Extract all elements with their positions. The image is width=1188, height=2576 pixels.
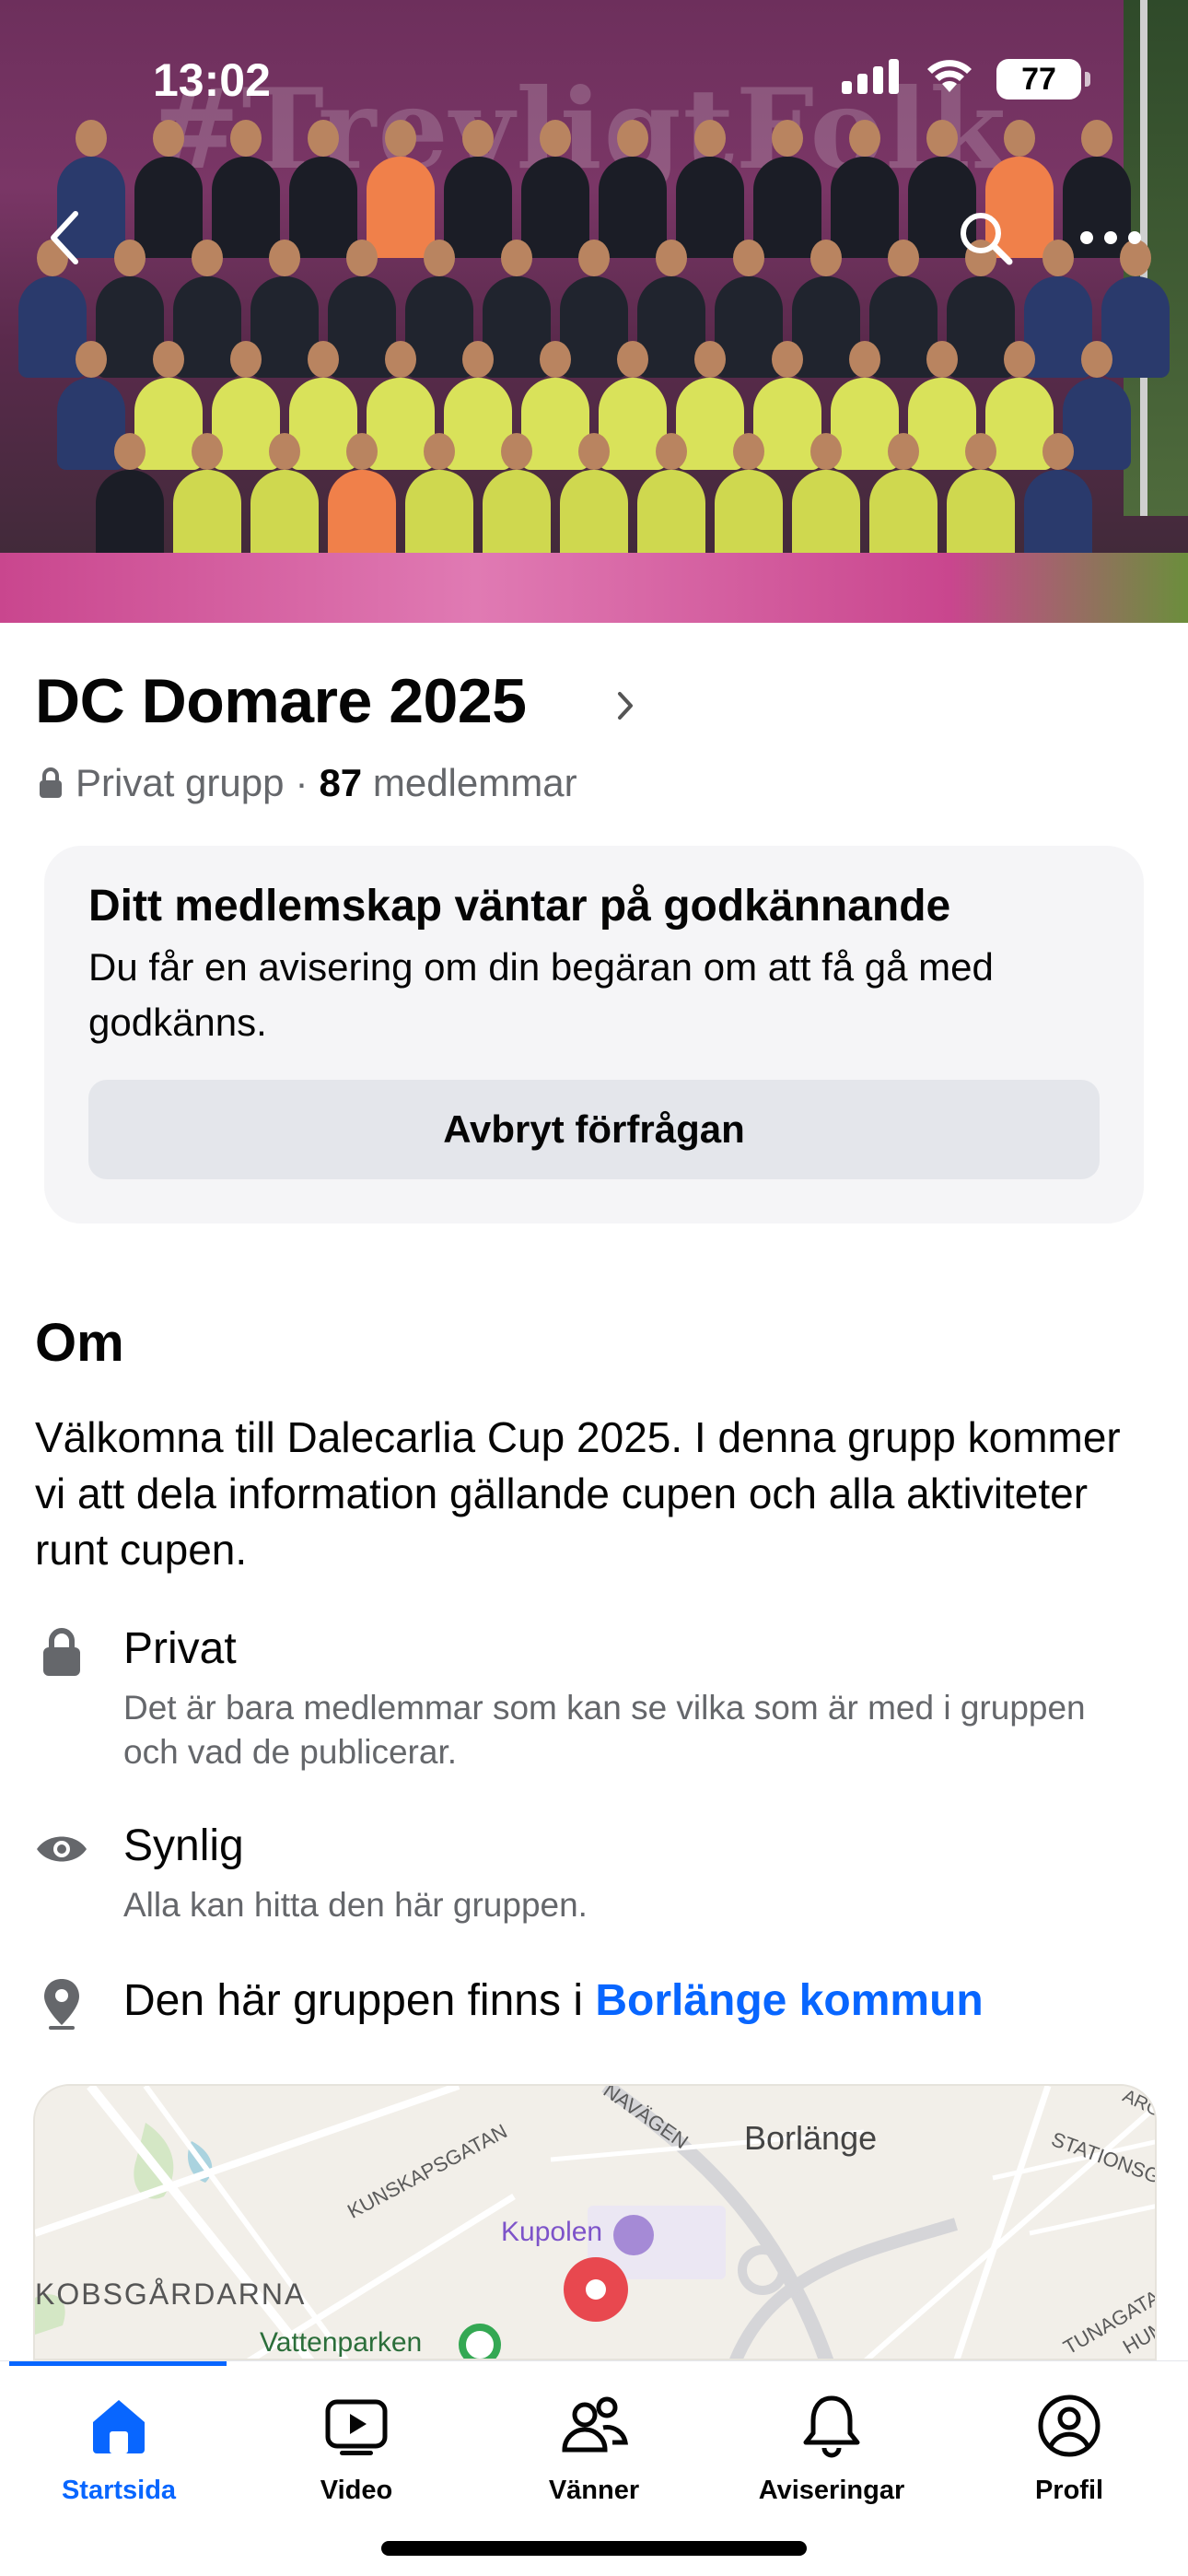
visible-text: Alla kan hitta den här gruppen.: [123, 1886, 588, 1924]
battery-tip: [1085, 72, 1090, 87]
member-count: 87: [319, 761, 363, 804]
map-poi-label: Vattenparken: [260, 2327, 423, 2358]
about-description: Välkomna till Dalecarlia Cup 2025. I den…: [35, 1413, 1121, 1574]
location-text: Den här gruppen finns i Borlänge kommun: [123, 1975, 984, 2026]
tab-friends[interactable]: Vänner: [475, 2389, 713, 2527]
member-label: medlemmar: [372, 761, 577, 804]
profile-icon: [1032, 2389, 1106, 2463]
private-text: Det är bara medlemmar som kan se vilka s…: [123, 1689, 1086, 1771]
location-map[interactable]: Borlänge NAVÄGEN KUNSKAPSGATAN STATIONSG…: [33, 2084, 1157, 2360]
back-button[interactable]: [28, 201, 101, 275]
tab-home[interactable]: Startsida: [0, 2389, 238, 2527]
search-icon: [961, 213, 1013, 265]
map-district-label: KOBSGÅRDARNA: [35, 2277, 307, 2311]
cellular-signal-icon: [842, 59, 899, 94]
location-link[interactable]: Borlänge kommun: [595, 1976, 983, 2025]
group-name[interactable]: DC Domare 2025: [35, 665, 527, 737]
wifi-icon: [923, 55, 976, 100]
active-tab-indicator: [9, 2361, 227, 2366]
membership-pending-card: Ditt medlemskap väntar på godkännande Du…: [44, 846, 1144, 1224]
location-pin-icon: [35, 1975, 88, 2032]
status-time: 13:02: [153, 54, 271, 106]
map-poi-icon: [613, 2215, 654, 2255]
bell-icon: [795, 2389, 868, 2463]
group-privacy: Privat grupp: [76, 761, 285, 804]
tab-label: Vänner: [548, 2476, 640, 2505]
battery-icon: 77: [996, 59, 1081, 100]
tab-label: Profil: [1034, 2476, 1104, 2505]
tab-notifications[interactable]: Aviseringar: [713, 2389, 950, 2527]
location-prefix: Den här gruppen finns i: [123, 1976, 596, 2025]
friends-icon: [557, 2389, 631, 2463]
visible-title: Synlig: [123, 1821, 244, 1870]
private-title: Privat: [123, 1624, 237, 1673]
tab-label: Video: [320, 2476, 393, 2505]
map-city-label: Borlänge: [744, 2119, 878, 2157]
map-poi-label: Kupolen: [501, 2217, 603, 2247]
cancel-request-button[interactable]: Avbryt förfrågan: [88, 1080, 1100, 1179]
cover-floor: [0, 553, 1188, 623]
about-heading: Om: [35, 1313, 124, 1373]
status-bar: 13:02 77: [0, 0, 1188, 138]
pending-title: Ditt medlemskap väntar på godkännande: [88, 882, 951, 931]
map-pin-icon: [564, 2257, 628, 2322]
chevron-left-icon: [51, 211, 78, 264]
park-icon: [459, 2324, 501, 2359]
eye-icon: [35, 1821, 88, 1878]
pending-text: Du får en avisering om din begäran om at…: [88, 945, 994, 1044]
tab-profile[interactable]: Profil: [950, 2389, 1188, 2527]
more-dots-icon: [1080, 231, 1141, 244]
video-icon: [320, 2389, 393, 2463]
home-icon: [82, 2389, 156, 2463]
lock-icon: [35, 1623, 88, 1680]
tab-label: Startsida: [61, 2476, 177, 2505]
tab-label: Aviseringar: [758, 2476, 905, 2505]
meta-separator: ·: [295, 761, 309, 804]
chevron-right-icon[interactable]: [615, 689, 635, 727]
more-options-button[interactable]: [1074, 201, 1147, 275]
tab-video[interactable]: Video: [238, 2389, 475, 2527]
group-meta: Privat grupp · 87 medlemmar: [37, 761, 577, 805]
lock-icon: [40, 767, 62, 798]
search-button[interactable]: [949, 201, 1022, 275]
home-indicator[interactable]: [381, 2541, 807, 2556]
